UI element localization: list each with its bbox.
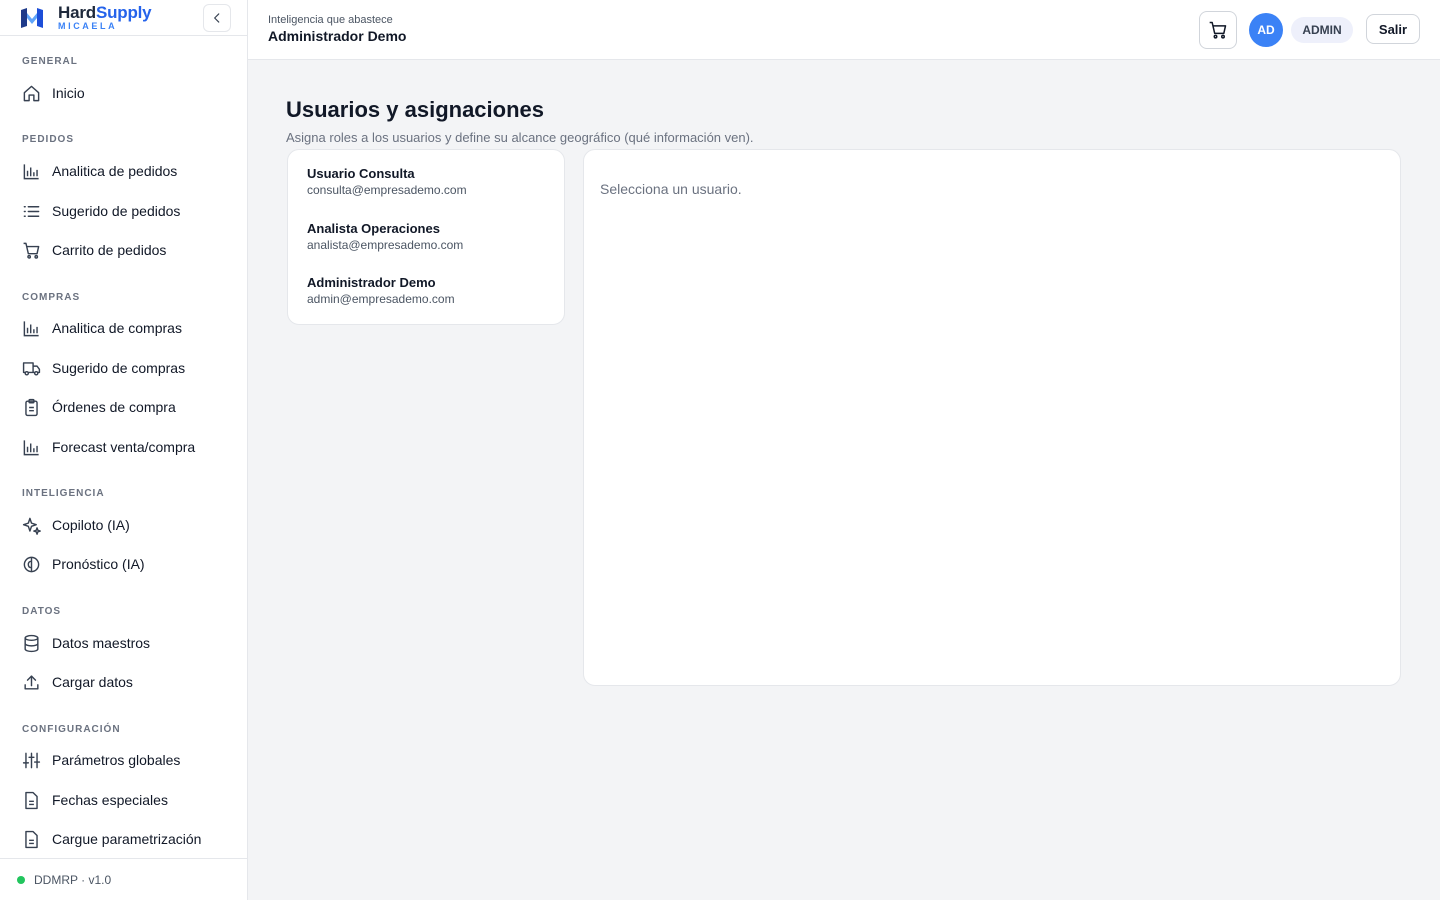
- brain-icon: [23, 556, 40, 572]
- user-name: Analista Operaciones: [307, 221, 440, 236]
- chevron-left-icon: [214, 13, 220, 23]
- top-header: Inteligencia que abastece Administrador …: [248, 0, 1440, 60]
- sliders-icon: [22, 752, 41, 768]
- file-icon: [25, 830, 38, 848]
- sidebar-item-label: Copiloto (IA): [52, 517, 130, 533]
- clipboard-icon: [25, 398, 38, 416]
- role-badge: ADMIN: [1291, 17, 1353, 43]
- sidebar-item-label: Parámetros globales: [52, 752, 181, 768]
- sidebar-footer: DDMRP · v1.0: [0, 858, 247, 900]
- avatar[interactable]: AD: [1249, 13, 1283, 47]
- file-icon: [25, 791, 38, 809]
- sidebar-item-label: Pronóstico (IA): [52, 556, 145, 572]
- user-email: consulta@empresademo.com: [307, 183, 467, 197]
- header-subtitle: Inteligencia que abastece: [268, 14, 393, 26]
- sidebar-item-parametros-globales[interactable]: Parámetros globales: [0, 742, 247, 778]
- sparkles-icon: [22, 517, 41, 535]
- bar-chart-icon: [23, 439, 39, 455]
- section-title-configuracion: CONFIGURACIÓN: [22, 724, 121, 735]
- user-detail-panel: Selecciona un usuario.: [583, 149, 1401, 686]
- user-item[interactable]: Administrador Demo admin@empresademo.com: [307, 275, 455, 306]
- sidebar-item-analitica-pedidos[interactable]: Analitica de pedidos: [0, 153, 247, 189]
- sidebar-item-label: Sugerido de compras: [52, 360, 186, 376]
- version-label: DDMRP · v1.0: [34, 872, 112, 887]
- user-name: Administrador Demo: [307, 275, 436, 290]
- sidebar-item-sugerido-pedidos[interactable]: Sugerido de pedidos: [0, 193, 247, 229]
- sidebar-item-fechas-especiales[interactable]: Fechas especiales: [0, 782, 247, 818]
- section-title-compras: COMPRAS: [22, 292, 81, 303]
- user-item[interactable]: Usuario Consulta consulta@empresademo.co…: [307, 166, 467, 197]
- sidebar-item-inicio[interactable]: Inicio: [0, 75, 247, 111]
- sidebar-item-datos-maestros[interactable]: Datos maestros: [0, 625, 247, 661]
- logout-button[interactable]: Salir: [1366, 14, 1420, 44]
- brand-header: HardSupply MICAELA: [0, 0, 247, 36]
- section-title-inteligencia: INTELIGENCIA: [22, 488, 105, 499]
- empty-state-message: Selecciona un usuario.: [600, 181, 742, 197]
- cart-button[interactable]: [1199, 11, 1237, 49]
- sidebar: HardSupply MICAELA GENERAL Inicio PEDIDO…: [0, 0, 248, 900]
- list-icon: [23, 205, 40, 217]
- user-name: Usuario Consulta: [307, 166, 415, 181]
- sidebar-item-label: Cargue parametrización: [52, 831, 202, 847]
- brand-subtitle: MICAELA: [58, 21, 118, 31]
- sidebar-item-sugerido-compras[interactable]: Sugerido de compras: [0, 350, 247, 386]
- database-icon: [24, 634, 39, 652]
- sidebar-item-forecast[interactable]: Forecast venta/compra: [0, 429, 247, 465]
- status-dot: [17, 875, 25, 884]
- sidebar-item-analitica-compras[interactable]: Analitica de compras: [0, 310, 247, 346]
- hardsupply-logo-icon: [21, 8, 43, 28]
- collapse-sidebar-button[interactable]: [203, 4, 231, 32]
- sidebar-item-label: Fechas especiales: [52, 792, 168, 808]
- sidebar-item-pronostico[interactable]: Pronóstico (IA): [0, 546, 247, 582]
- sidebar-item-label: Inicio: [52, 85, 85, 101]
- upload-icon: [24, 674, 39, 690]
- sidebar-item-label: Forecast venta/compra: [52, 439, 196, 455]
- bar-chart-icon: [23, 320, 39, 336]
- sidebar-item-label: Sugerido de pedidos: [52, 203, 181, 219]
- sidebar-item-label: Órdenes de compra: [52, 399, 176, 415]
- sidebar-item-carrito-pedidos[interactable]: Carrito de pedidos: [0, 232, 247, 268]
- page-title: Usuarios y asignaciones: [286, 97, 544, 122]
- sidebar-item-copiloto[interactable]: Copiloto (IA): [0, 507, 247, 543]
- sidebar-item-cargue-parametrizacion[interactable]: Cargue parametrización: [0, 821, 247, 857]
- sidebar-item-label: Cargar datos: [52, 674, 133, 690]
- section-title-general: GENERAL: [22, 56, 78, 67]
- sidebar-item-cargar-datos[interactable]: Cargar datos: [0, 664, 247, 700]
- cart-icon: [23, 242, 40, 259]
- section-title-datos: DATOS: [22, 606, 62, 617]
- sidebar-item-ordenes-compra[interactable]: Órdenes de compra: [0, 389, 247, 425]
- sidebar-item-label: Datos maestros: [52, 635, 151, 651]
- page-description: Asigna roles a los usuarios y define su …: [286, 130, 754, 145]
- home-icon: [23, 85, 40, 101]
- sidebar-item-label: Analitica de pedidos: [52, 163, 178, 179]
- cart-icon: [1209, 21, 1227, 39]
- user-list: Usuario Consulta consulta@empresademo.co…: [287, 149, 565, 325]
- user-email: admin@empresademo.com: [307, 292, 455, 306]
- brand-name: HardSupply: [58, 3, 152, 22]
- sidebar-item-label: Carrito de pedidos: [52, 242, 167, 258]
- truck-icon: [22, 361, 41, 376]
- header-title: Administrador Demo: [268, 28, 407, 44]
- user-email: analista@empresademo.com: [307, 238, 464, 252]
- bar-chart-icon: [23, 163, 39, 179]
- user-item[interactable]: Analista Operaciones analista@empresadem…: [307, 221, 463, 252]
- section-title-pedidos: PEDIDOS: [22, 134, 75, 145]
- sidebar-item-label: Analitica de compras: [52, 320, 182, 336]
